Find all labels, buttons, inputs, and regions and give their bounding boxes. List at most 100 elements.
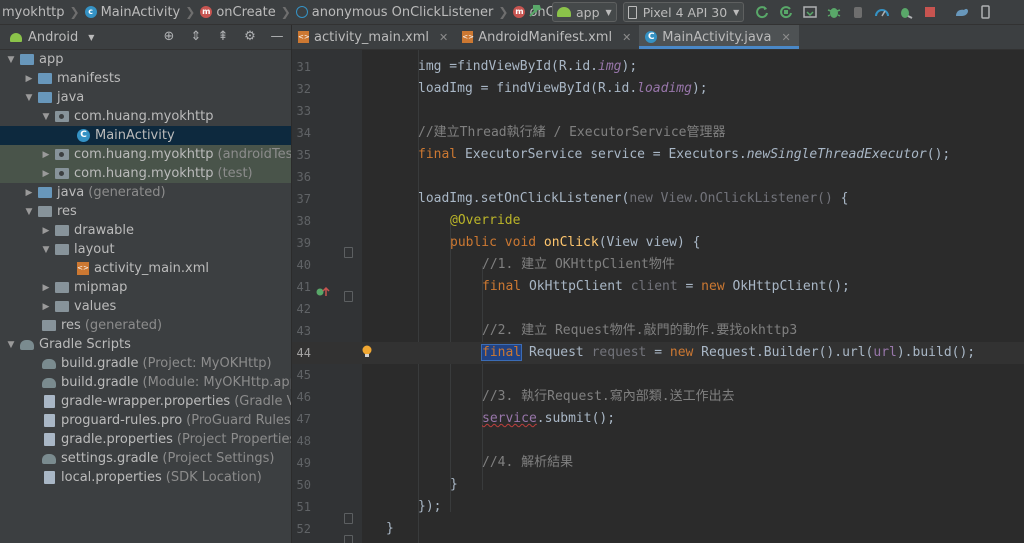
lightbulb-icon[interactable]	[361, 345, 373, 359]
breadcrumb-class[interactable]: c MainActivity	[83, 5, 183, 20]
tree-item-mipmap[interactable]: ▶ mipmap	[0, 278, 291, 297]
properties-file-icon	[44, 395, 55, 408]
chevron-down-icon: ▼	[7, 54, 15, 65]
tree-item-app[interactable]: ▼ app	[0, 50, 291, 69]
locate-icon[interactable]: ⊕	[160, 28, 178, 46]
tree-item-local-properties[interactable]: local.properties (SDK Location)	[0, 468, 291, 487]
tree-item-manifests[interactable]: ▶ manifests	[0, 69, 291, 88]
chevron-right-icon: ▶	[42, 301, 50, 312]
tab-android-manifest[interactable]: <> AndroidManifest.xml ✕	[456, 25, 639, 49]
folder-icon	[55, 282, 69, 293]
apply-code-changes-icon[interactable]	[776, 2, 796, 22]
tree-item-java-generated[interactable]: ▶ java (generated)	[0, 183, 291, 202]
module-selector[interactable]: app ▼	[552, 2, 617, 22]
tree-item-label: settings.gradle	[61, 451, 159, 466]
code-keyword: new	[629, 191, 653, 206]
tree-item-activity-main-xml[interactable]: <> activity_main.xml	[0, 259, 291, 278]
debug-icon[interactable]	[824, 2, 844, 22]
close-icon[interactable]: ✕	[439, 31, 448, 44]
gear-icon[interactable]: ⚙	[241, 28, 259, 46]
tree-item-proguard[interactable]: proguard-rules.pro (ProGuard Rules for M	[0, 411, 291, 430]
chevron-down-icon: ▼	[42, 244, 50, 255]
collapse-all-icon[interactable]: ⇞	[214, 28, 232, 46]
chevron-down-icon: ▼	[42, 111, 50, 122]
chevron-right-icon: ❯	[185, 5, 196, 19]
device-selector[interactable]: Pixel 4 API 30 ▼	[622, 2, 745, 22]
line-number: 47	[296, 412, 311, 426]
sync-icon[interactable]	[800, 2, 820, 22]
gradle-icon	[42, 377, 56, 388]
close-icon[interactable]: ✕	[781, 31, 790, 44]
code-token: loadImg = findViewById(R.id.	[418, 81, 638, 96]
code-line: 39 public void onClick(View view) {	[292, 232, 1024, 254]
code-line: 40 //1. 建立 OKHttpClient物件	[292, 254, 1024, 276]
breadcrumb-anonymous-class[interactable]: anonymous OnClickListener	[294, 5, 496, 20]
attach-debugger-icon[interactable]	[848, 2, 868, 22]
code-token: Request	[521, 345, 592, 360]
tree-item-res-generated[interactable]: res (generated)	[0, 316, 291, 335]
code-token: img =findViewById(R.id.	[418, 59, 599, 74]
tree-item-values[interactable]: ▶ values	[0, 297, 291, 316]
device-manager-icon[interactable]	[976, 2, 996, 22]
bug-attach-icon[interactable]	[896, 2, 916, 22]
chevron-down-icon: ▼	[7, 339, 15, 350]
code-token: request	[591, 345, 647, 360]
code-token: );	[691, 81, 708, 96]
tree-item-package-androidtest[interactable]: ▶ com.huang.myokhttp (androidTest)	[0, 145, 291, 164]
tab-mainactivity-java[interactable]: C MainActivity.java ✕	[639, 25, 800, 49]
tree-item-gradle-wrapper[interactable]: gradle-wrapper.properties (Gradle Versio…	[0, 392, 291, 411]
code-area: 31 img =findViewById(R.id.img); 32 loadI…	[292, 50, 1024, 543]
line-number: 36	[296, 170, 311, 184]
expand-all-icon[interactable]: ⇕	[187, 28, 205, 46]
generated-folder-icon	[38, 187, 52, 198]
chevron-down-icon: ▼	[25, 206, 33, 217]
tree-item-build-gradle-project[interactable]: build.gradle (Project: MyOKHttp)	[0, 354, 291, 373]
code-token: }	[450, 477, 458, 492]
chevron-right-icon: ▶	[42, 282, 50, 293]
tree-item-drawable[interactable]: ▶ drawable	[0, 221, 291, 240]
code-editor[interactable]: 31 img =findViewById(R.id.img); 32 loadI…	[292, 50, 1024, 543]
line-number: 44	[296, 346, 311, 360]
code-token: {	[832, 191, 849, 206]
xml-file-icon: <>	[77, 262, 89, 275]
tree-item-build-gradle-module[interactable]: build.gradle (Module: MyOKHttp.app)	[0, 373, 291, 392]
hammer-icon[interactable]	[526, 3, 544, 21]
xml-file-icon: <>	[462, 31, 474, 43]
project-view-selector[interactable]: Android ▼	[10, 30, 94, 45]
tab-activity-main-xml[interactable]: <> activity_main.xml ✕	[292, 25, 456, 49]
tree-item-hint: (Module: MyOKHttp.app)	[142, 375, 291, 390]
folder-icon	[55, 301, 69, 312]
line-number: 48	[296, 434, 311, 448]
breadcrumb-label: MainActivity	[100, 4, 181, 20]
breadcrumb-project[interactable]: myokhttp	[0, 5, 67, 20]
stop-icon[interactable]	[920, 2, 940, 22]
profiler-icon[interactable]	[872, 2, 892, 22]
minimize-icon[interactable]: —	[268, 28, 286, 46]
code-annotation: @Override	[450, 213, 521, 228]
tree-item-label: res	[61, 318, 81, 333]
code-text: service.submit();	[482, 408, 615, 430]
gradle-sync-icon[interactable]	[952, 2, 972, 22]
line-number: 45	[296, 368, 311, 382]
folder-icon	[55, 225, 69, 236]
tree-item-package[interactable]: ▼ com.huang.myokhttp	[0, 107, 291, 126]
tree-item-package-test[interactable]: ▶ com.huang.myokhttp (test)	[0, 164, 291, 183]
gradle-icon	[42, 358, 56, 369]
tree-item-res[interactable]: ▼ res	[0, 202, 291, 221]
tree-item-layout[interactable]: ▼ layout	[0, 240, 291, 259]
tree-item-java[interactable]: ▼ java	[0, 88, 291, 107]
tree-item-hint: (SDK Location)	[165, 470, 262, 485]
tree-item-gradle-scripts[interactable]: ▼ Gradle Scripts	[0, 335, 291, 354]
breadcrumb-method[interactable]: m onCreate	[198, 5, 277, 20]
line-number: 41	[296, 280, 311, 294]
code-line: 49 //4. 解析結果	[292, 452, 1024, 474]
folder-icon	[55, 244, 69, 255]
tree-item-label: gradle.properties	[61, 432, 173, 447]
package-icon	[55, 111, 69, 122]
apply-changes-restart-icon[interactable]	[752, 2, 772, 22]
tree-item-settings-gradle[interactable]: settings.gradle (Project Settings)	[0, 449, 291, 468]
tree-item-mainactivity[interactable]: C MainActivity	[0, 126, 291, 145]
tree-item-gradle-properties[interactable]: gradle.properties (Project Properties)	[0, 430, 291, 449]
tab-label: MainActivity.java	[662, 29, 772, 45]
close-icon[interactable]: ✕	[622, 31, 631, 44]
